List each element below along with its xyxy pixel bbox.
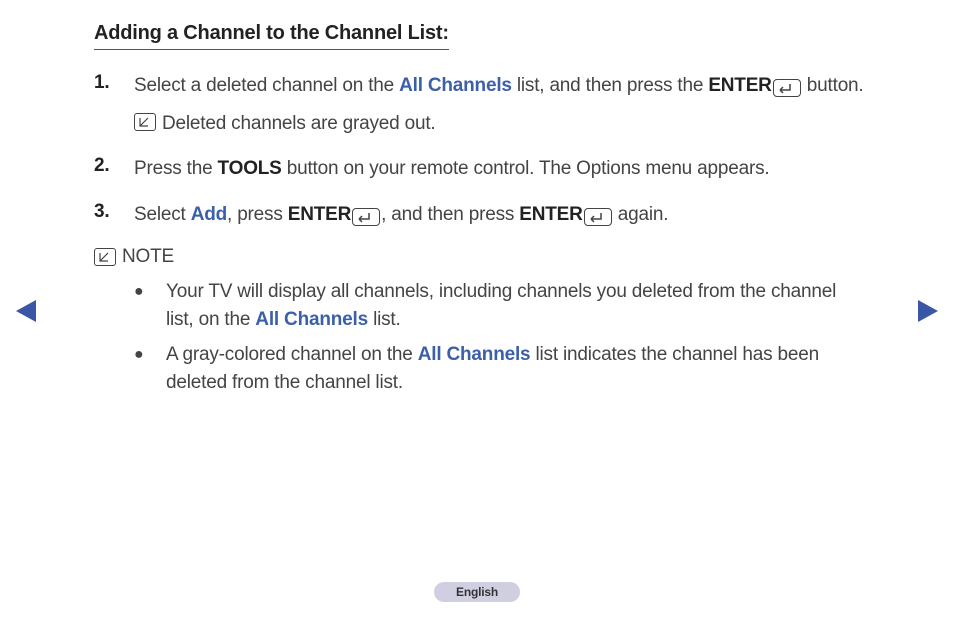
step-number: 3. [94, 201, 134, 229]
step-body: Select a deleted channel on the All Chan… [134, 72, 866, 137]
text: A gray-colored channel on the [166, 344, 418, 365]
step-body: Press the TOOLS button on your remote co… [134, 155, 866, 183]
note-icon [134, 113, 156, 131]
text: , and then press [381, 204, 519, 225]
enter-label: ENTER [288, 204, 351, 225]
next-page-arrow[interactable] [918, 300, 938, 322]
page-heading: Adding a Channel to the Channel List: [94, 22, 449, 50]
enter-label: ENTER [708, 75, 771, 96]
language-badge: English [434, 582, 520, 602]
step-subnote: Deleted channels are grayed out. [134, 110, 866, 138]
bullet-text: Your TV will display all channels, inclu… [166, 278, 866, 333]
bullet-item: ● Your TV will display all channels, inc… [134, 278, 866, 333]
text: list, and then press the [512, 75, 709, 96]
subnote-text: Deleted channels are grayed out. [162, 110, 436, 138]
bullet-dot-icon: ● [134, 341, 166, 396]
enter-icon [773, 79, 801, 97]
note-icon [94, 248, 116, 266]
text: Press the [134, 158, 218, 179]
text: Select a deleted channel on the [134, 75, 399, 96]
bullet-text: A gray-colored channel on the All Channe… [166, 341, 866, 396]
enter-label: ENTER [519, 204, 582, 225]
step-body: Select Add, press ENTER, and then press … [134, 201, 866, 229]
text: button. [802, 75, 864, 96]
step-2: 2. Press the TOOLS button on your remote… [94, 155, 866, 183]
all-channels-link: All Channels [418, 344, 531, 365]
text: Select [134, 204, 191, 225]
prev-page-arrow[interactable] [16, 300, 36, 322]
note-label: NOTE [122, 246, 174, 268]
note-bullets: ● Your TV will display all channels, inc… [134, 278, 866, 396]
text: button on your remote control. The Optio… [282, 158, 770, 179]
all-channels-link: All Channels [255, 309, 368, 330]
tools-label: TOOLS [218, 158, 282, 179]
enter-icon [352, 208, 380, 226]
text: , press [227, 204, 288, 225]
step-3: 3. Select Add, press ENTER, and then pre… [94, 201, 866, 229]
enter-icon [584, 208, 612, 226]
text: again. [613, 204, 669, 225]
step-number: 2. [94, 155, 134, 183]
bullet-item: ● A gray-colored channel on the All Chan… [134, 341, 866, 396]
step-1: 1. Select a deleted channel on the All C… [94, 72, 866, 137]
note-header: NOTE [94, 246, 866, 268]
add-link: Add [191, 204, 227, 225]
step-number: 1. [94, 72, 134, 137]
note-section: NOTE ● Your TV will display all channels… [94, 246, 866, 396]
bullet-dot-icon: ● [134, 278, 166, 333]
text: list. [368, 309, 401, 330]
steps-list: 1. Select a deleted channel on the All C… [94, 72, 866, 228]
all-channels-link: All Channels [399, 75, 512, 96]
